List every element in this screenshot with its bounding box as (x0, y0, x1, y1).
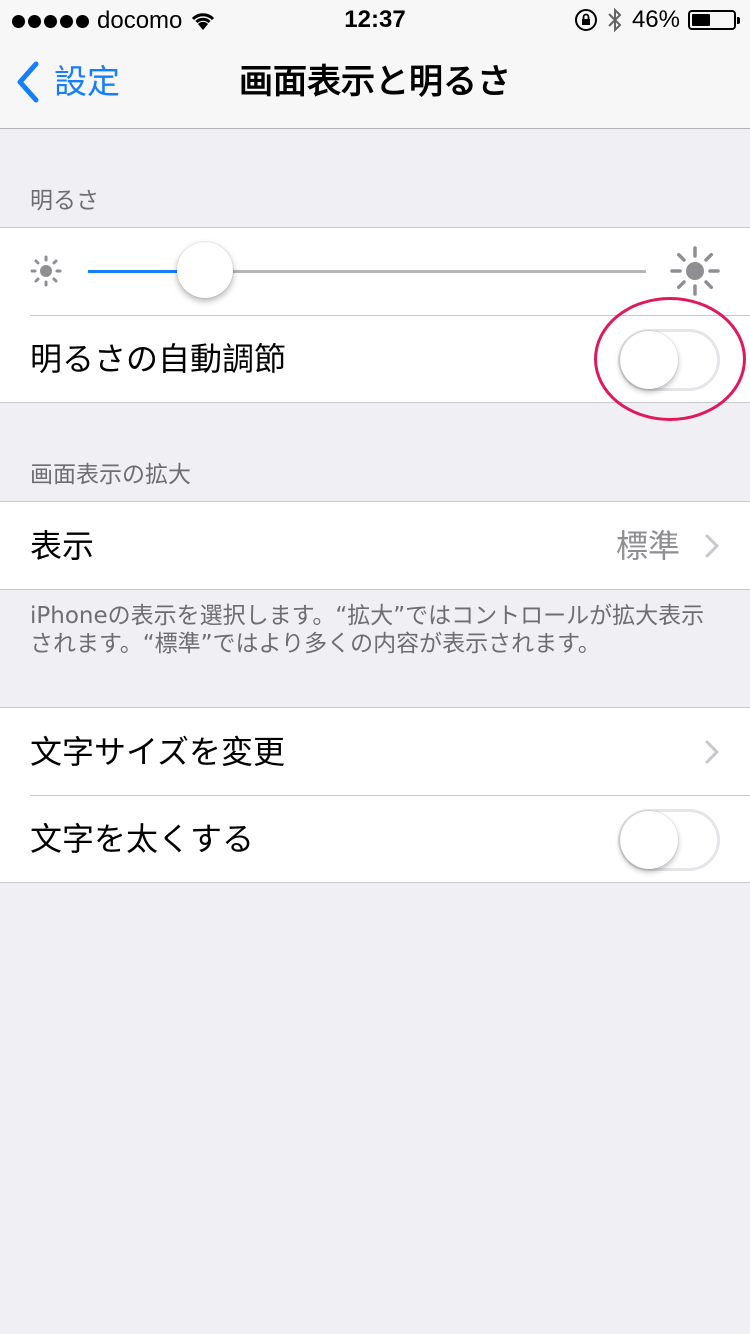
text-size-label: 文字サイズを変更 (30, 733, 286, 771)
divider (30, 315, 750, 316)
section-header-display-zoom: 画面表示の拡大 (30, 462, 191, 488)
sun-small-icon (30, 255, 62, 287)
bold-text-toggle[interactable] (618, 809, 720, 871)
view-value: 標準 (615, 527, 680, 565)
auto-brightness-toggle[interactable] (618, 329, 720, 391)
bold-text-row: 文字を太くする (0, 795, 750, 883)
status-bar: docomo 12:37 46% (0, 0, 750, 40)
sun-large-icon (670, 246, 720, 296)
toggle-knob (620, 331, 678, 389)
navigation-bar: 設定 画面表示と明るさ (0, 40, 750, 129)
page-title: 画面表示と明るさ (239, 62, 511, 102)
brightness-group: 明るさの自動調節 (0, 227, 750, 403)
chevron-right-icon (705, 534, 719, 558)
brightness-slider[interactable] (88, 270, 646, 273)
section-header-brightness: 明るさ (30, 188, 99, 214)
display-zoom-footer: iPhoneの表示を選択します。“拡大”ではコントロールが拡大表示されます。“標… (30, 603, 705, 657)
text-size-row[interactable]: 文字サイズを変更 (0, 708, 750, 796)
brightness-slider-knob[interactable] (177, 242, 234, 298)
chevron-right-icon (705, 740, 719, 764)
text-group: 文字サイズを変更 文字を太くする (0, 707, 750, 883)
auto-brightness-label: 明るさの自動調節 (30, 340, 287, 378)
rotation-lock-icon (574, 9, 597, 31)
brightness-slider-row (0, 228, 750, 316)
display-zoom-group: 表示 標準 (0, 501, 750, 590)
toggle-knob (620, 811, 678, 869)
view-label: 表示 (30, 527, 95, 565)
battery-icon (688, 10, 740, 30)
auto-brightness-row: 明るさの自動調節 (0, 315, 750, 403)
bold-text-label: 文字を太くする (30, 820, 255, 858)
bluetooth-icon (608, 7, 622, 33)
divider (30, 795, 750, 796)
battery-percent: 46% (631, 6, 680, 33)
view-row[interactable]: 表示 標準 (0, 502, 750, 589)
